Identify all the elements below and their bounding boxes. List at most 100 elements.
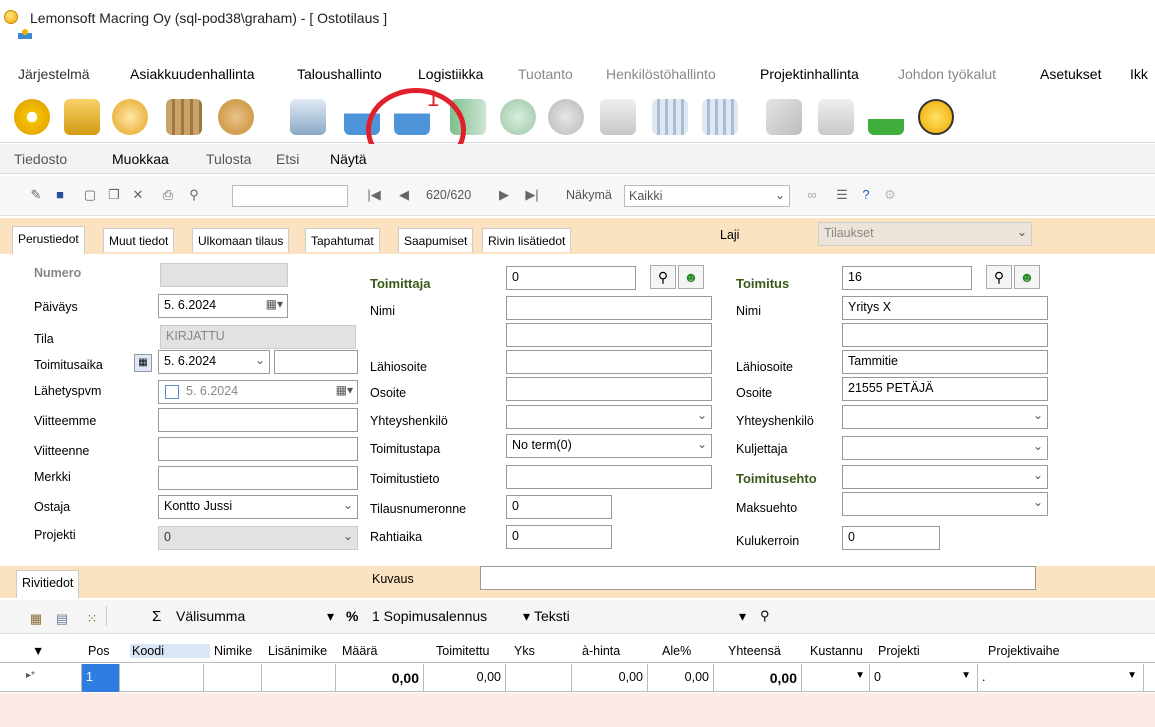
menu-tulosta[interactable]: Tulosta [206,151,251,167]
viitteemme-field[interactable] [158,408,358,432]
menu-tiedosto[interactable]: Tiedosto [14,151,67,167]
person-icon[interactable]: ☻ [1014,265,1040,289]
print-icon[interactable]: ⎙ [160,187,176,203]
cell-yks[interactable] [506,664,572,692]
documents-icon[interactable] [818,99,854,135]
table-row[interactable]: ▸* 1 0,00 0,00 0,00 0,00 0,00 ▼ 0 ▼ . ▼ [0,664,1155,692]
ostaja-select[interactable]: Kontto Jussi ⌄ [158,495,358,519]
toimitus-lahiosoite-field[interactable]: Tammitie [842,350,1048,374]
col-yhteensa[interactable]: Yhteensä [728,644,781,658]
settings-icon[interactable]: ⚙ [882,187,898,203]
stock-icon[interactable] [218,99,254,135]
find-icon[interactable]: ⚲ [186,187,202,203]
menu-asetukset[interactable]: Asetukset [1040,66,1101,82]
toimitus-field[interactable]: 16 [842,266,972,290]
subtotal-select[interactable]: Välisumma ▾ [176,608,334,624]
menu-etsi[interactable]: Etsi [276,151,299,167]
menu-tuotanto[interactable]: Tuotanto [518,66,573,82]
delete-icon[interactable]: ✕ [130,187,146,203]
cell-ahinta[interactable]: 0,00 [572,664,648,692]
rahtiaika-field[interactable]: 0 [506,525,612,549]
lahetyspvm-field[interactable]: 5. 6.2024 ▦▾ [158,380,358,404]
cell-projektivaihe[interactable]: . ▼ [978,664,1144,692]
menu-nayta[interactable]: Näytä [330,151,367,167]
col-projektivaihe[interactable]: Projektivaihe [988,644,1060,658]
col-kustannus[interactable]: Kustannu [810,644,863,658]
menu-logistiikka[interactable]: Logistiikka [418,66,483,82]
col-maara[interactable]: Määrä [342,644,377,658]
laji-select[interactable]: Tilaukset ⌄ [818,222,1032,246]
reports-icon[interactable] [548,99,584,135]
col-pos[interactable]: Pos [88,644,110,658]
orders-icon[interactable] [14,99,50,135]
lemon-icon[interactable] [918,99,954,135]
customers-icon[interactable] [112,99,148,135]
toimitus-nimi-field[interactable]: Yritys X [842,296,1048,320]
merkki-field[interactable] [158,466,358,490]
col-toimitettu[interactable]: Toimitettu [436,644,490,658]
projekti-select[interactable]: 0 ⌄ [158,526,358,550]
calculator-icon[interactable] [290,99,326,135]
cycle-icon[interactable] [500,99,536,135]
toimitus-nimi2-field[interactable] [842,323,1048,347]
list-icon[interactable]: ☰ [834,187,850,203]
cell-toimitettu[interactable]: 0,00 [424,664,506,692]
tab-ulkomaan-tilaus[interactable]: Ulkomaan tilaus [192,228,290,252]
toimittaja-nimi-field[interactable] [506,296,712,320]
save-icon[interactable]: ■ [52,187,68,203]
help-icon[interactable]: ? [858,187,874,203]
filter-icon[interactable]: ▼ [32,644,44,658]
kulukerroin-field[interactable]: 0 [842,526,940,550]
toimitustapa-select[interactable]: No term(0) ⌄ [506,434,712,458]
toimittaja-lahiosoite-field[interactable] [506,350,712,374]
col-koodi[interactable]: Koodi [130,644,210,658]
toimitusaika-field[interactable]: 5. 6.2024 ⌄ [158,350,270,374]
cell-projekti[interactable]: 0 ▼ [870,664,978,692]
cell-ale[interactable]: 0,00 [648,664,714,692]
prev-record-icon[interactable]: ◀ [396,187,412,203]
cell-pos[interactable]: 1 [82,664,120,692]
view-select[interactable]: Kaikki ⌄ [624,185,790,207]
calendar-icon[interactable]: ▦ [134,354,152,372]
toimittaja-field[interactable]: 0 [506,266,636,290]
tab-muut-tiedot[interactable]: Muut tiedot [103,228,175,252]
col-ahinta[interactable]: à-hinta [582,644,620,658]
menu-henkilostohallinto[interactable]: Henkilöstöhallinto [606,66,716,82]
cell-nimike[interactable] [204,664,262,692]
search-icon[interactable]: ⚲ [760,608,770,624]
chart-icon[interactable] [652,99,688,135]
toimittaja-nimi2-field[interactable] [506,323,712,347]
toimitus-yhteyshenkilo-select[interactable]: ⌄ [842,405,1048,429]
col-lisanimike[interactable]: Lisänimike [268,644,327,658]
toimitus-osoite-field[interactable]: 21555 PETÄJÄ [842,377,1048,401]
tab-tapahtumat[interactable]: Tapahtumat [305,228,380,252]
next-record-icon[interactable]: ▶ [496,187,512,203]
tab-perustiedot[interactable]: Perustiedot [12,226,85,254]
mail-icon[interactable] [766,99,802,135]
toimitustieto-field[interactable] [506,465,712,489]
cell-koodi[interactable] [120,664,204,692]
menu-muokkaa[interactable]: Muokkaa [112,151,169,167]
menu-projektinhallinta[interactable]: Projektinhallinta [760,66,859,82]
chevron-down-icon[interactable]: ▼ [802,664,870,692]
col-nimike[interactable]: Nimike [214,644,252,658]
kuvaus-field[interactable] [480,566,1036,590]
link-icon[interactable]: ∞ [804,187,820,203]
viitteenne-field[interactable] [158,437,358,461]
bulk-icon[interactable]: ⁙ [84,611,100,627]
copy-icon[interactable]: ❐ [106,187,122,203]
text-select[interactable]: Teksti ▾ [534,608,746,624]
cell-maara[interactable]: 0,00 [336,664,424,692]
approve-icon[interactable] [868,99,904,135]
cell-lisanimike[interactable] [262,664,336,692]
discount-select[interactable]: 1 Sopimusalennus ▾ [372,608,530,624]
add-product-icon[interactable]: ▦ [28,611,44,627]
tab-rivitiedot[interactable]: Rivitiedot [16,570,80,598]
cash-register-icon[interactable] [600,99,636,135]
toimittaja-yhteyshenkilo-select[interactable]: ⌄ [506,405,712,429]
lahetyspvm-checkbox[interactable] [165,385,179,399]
chart2-icon[interactable] [702,99,738,135]
first-record-icon[interactable]: |◀ [366,187,382,203]
tab-saapumiset[interactable]: Saapumiset [398,228,474,252]
inventory-icon[interactable] [166,99,202,135]
